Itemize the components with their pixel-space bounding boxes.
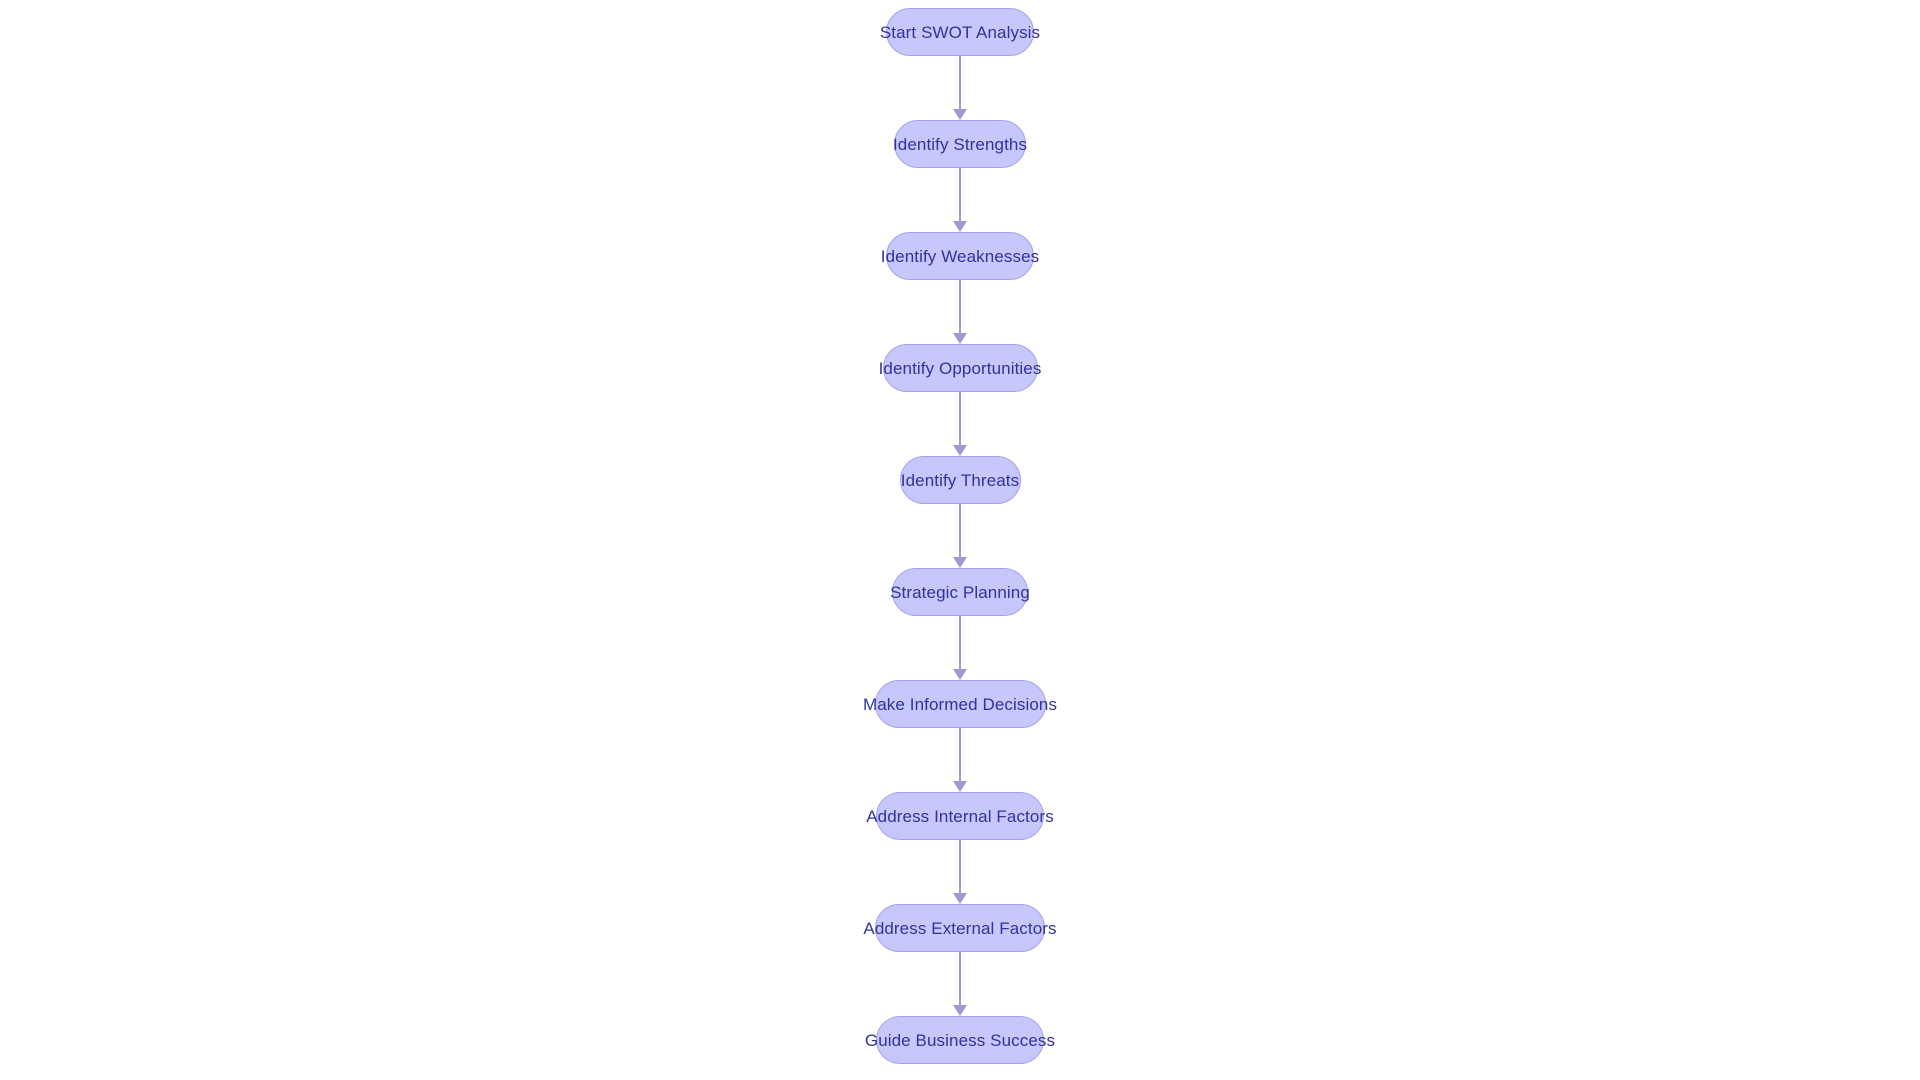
- connector-line: [959, 616, 961, 670]
- flow-node-guide-business-success[interactable]: Guide Business Success: [865, 1016, 1055, 1064]
- flow-connector-9: [940, 952, 980, 1016]
- flow-node-strategic-planning[interactable]: Strategic Planning: [890, 568, 1030, 616]
- flow-node-label: Identify Threats: [900, 470, 1020, 490]
- flow-connector-3: [940, 280, 980, 344]
- connector-line: [959, 392, 961, 446]
- flow-node-label: Start SWOT Analysis: [879, 22, 1041, 42]
- flow-connector-2: [940, 168, 980, 232]
- connector-line: [959, 728, 961, 782]
- arrowhead-down-icon: [953, 669, 967, 680]
- flow-connector-6: [940, 616, 980, 680]
- flow-node-address-external-factors[interactable]: Address External Factors: [863, 904, 1057, 952]
- arrowhead-down-icon: [953, 333, 967, 344]
- flow-node-label: Strategic Planning: [890, 582, 1030, 602]
- flow-node-identify-strengths[interactable]: Identify Strengths: [892, 120, 1028, 168]
- connector-line: [959, 56, 961, 110]
- flow-node-label: Address External Factors: [863, 918, 1057, 938]
- flow-node-label: Guide Business Success: [864, 1030, 1056, 1050]
- arrowhead-down-icon: [953, 109, 967, 120]
- flow-node-label: Identify Strengths: [892, 134, 1028, 154]
- flow-node-make-informed-decisions[interactable]: Make Informed Decisions: [863, 680, 1057, 728]
- flow-node-label: Identify Weaknesses: [880, 246, 1040, 266]
- flow-connector-7: [940, 728, 980, 792]
- connector-line: [959, 280, 961, 334]
- flowchart-node-column: Start SWOT Analysis Identify Strengths I…: [0, 0, 1920, 1080]
- connector-line: [959, 840, 961, 894]
- flow-node-label: Make Informed Decisions: [862, 694, 1058, 714]
- flow-node-identify-threats[interactable]: Identify Threats: [899, 456, 1021, 504]
- flow-connector-8: [940, 840, 980, 904]
- connector-line: [959, 168, 961, 222]
- flow-connector-5: [940, 504, 980, 568]
- flow-connector-4: [940, 392, 980, 456]
- arrowhead-down-icon: [953, 893, 967, 904]
- flow-connector-1: [940, 56, 980, 120]
- connector-line: [959, 952, 961, 1006]
- arrowhead-down-icon: [953, 221, 967, 232]
- flowchart-canvas: Start SWOT Analysis Identify Strengths I…: [0, 0, 1920, 1080]
- flow-node-identify-opportunities[interactable]: Identify Opportunities: [879, 344, 1041, 392]
- flow-node-identify-weaknesses[interactable]: Identify Weaknesses: [881, 232, 1039, 280]
- arrowhead-down-icon: [953, 1005, 967, 1016]
- flow-node-address-internal-factors[interactable]: Address Internal Factors: [866, 792, 1054, 840]
- arrowhead-down-icon: [953, 445, 967, 456]
- flow-node-start-swot-analysis[interactable]: Start SWOT Analysis: [880, 8, 1040, 56]
- connector-line: [959, 504, 961, 558]
- arrowhead-down-icon: [953, 781, 967, 792]
- flow-node-label: Identify Opportunities: [878, 358, 1042, 378]
- flow-node-label: Address Internal Factors: [866, 806, 1054, 826]
- arrowhead-down-icon: [953, 557, 967, 568]
